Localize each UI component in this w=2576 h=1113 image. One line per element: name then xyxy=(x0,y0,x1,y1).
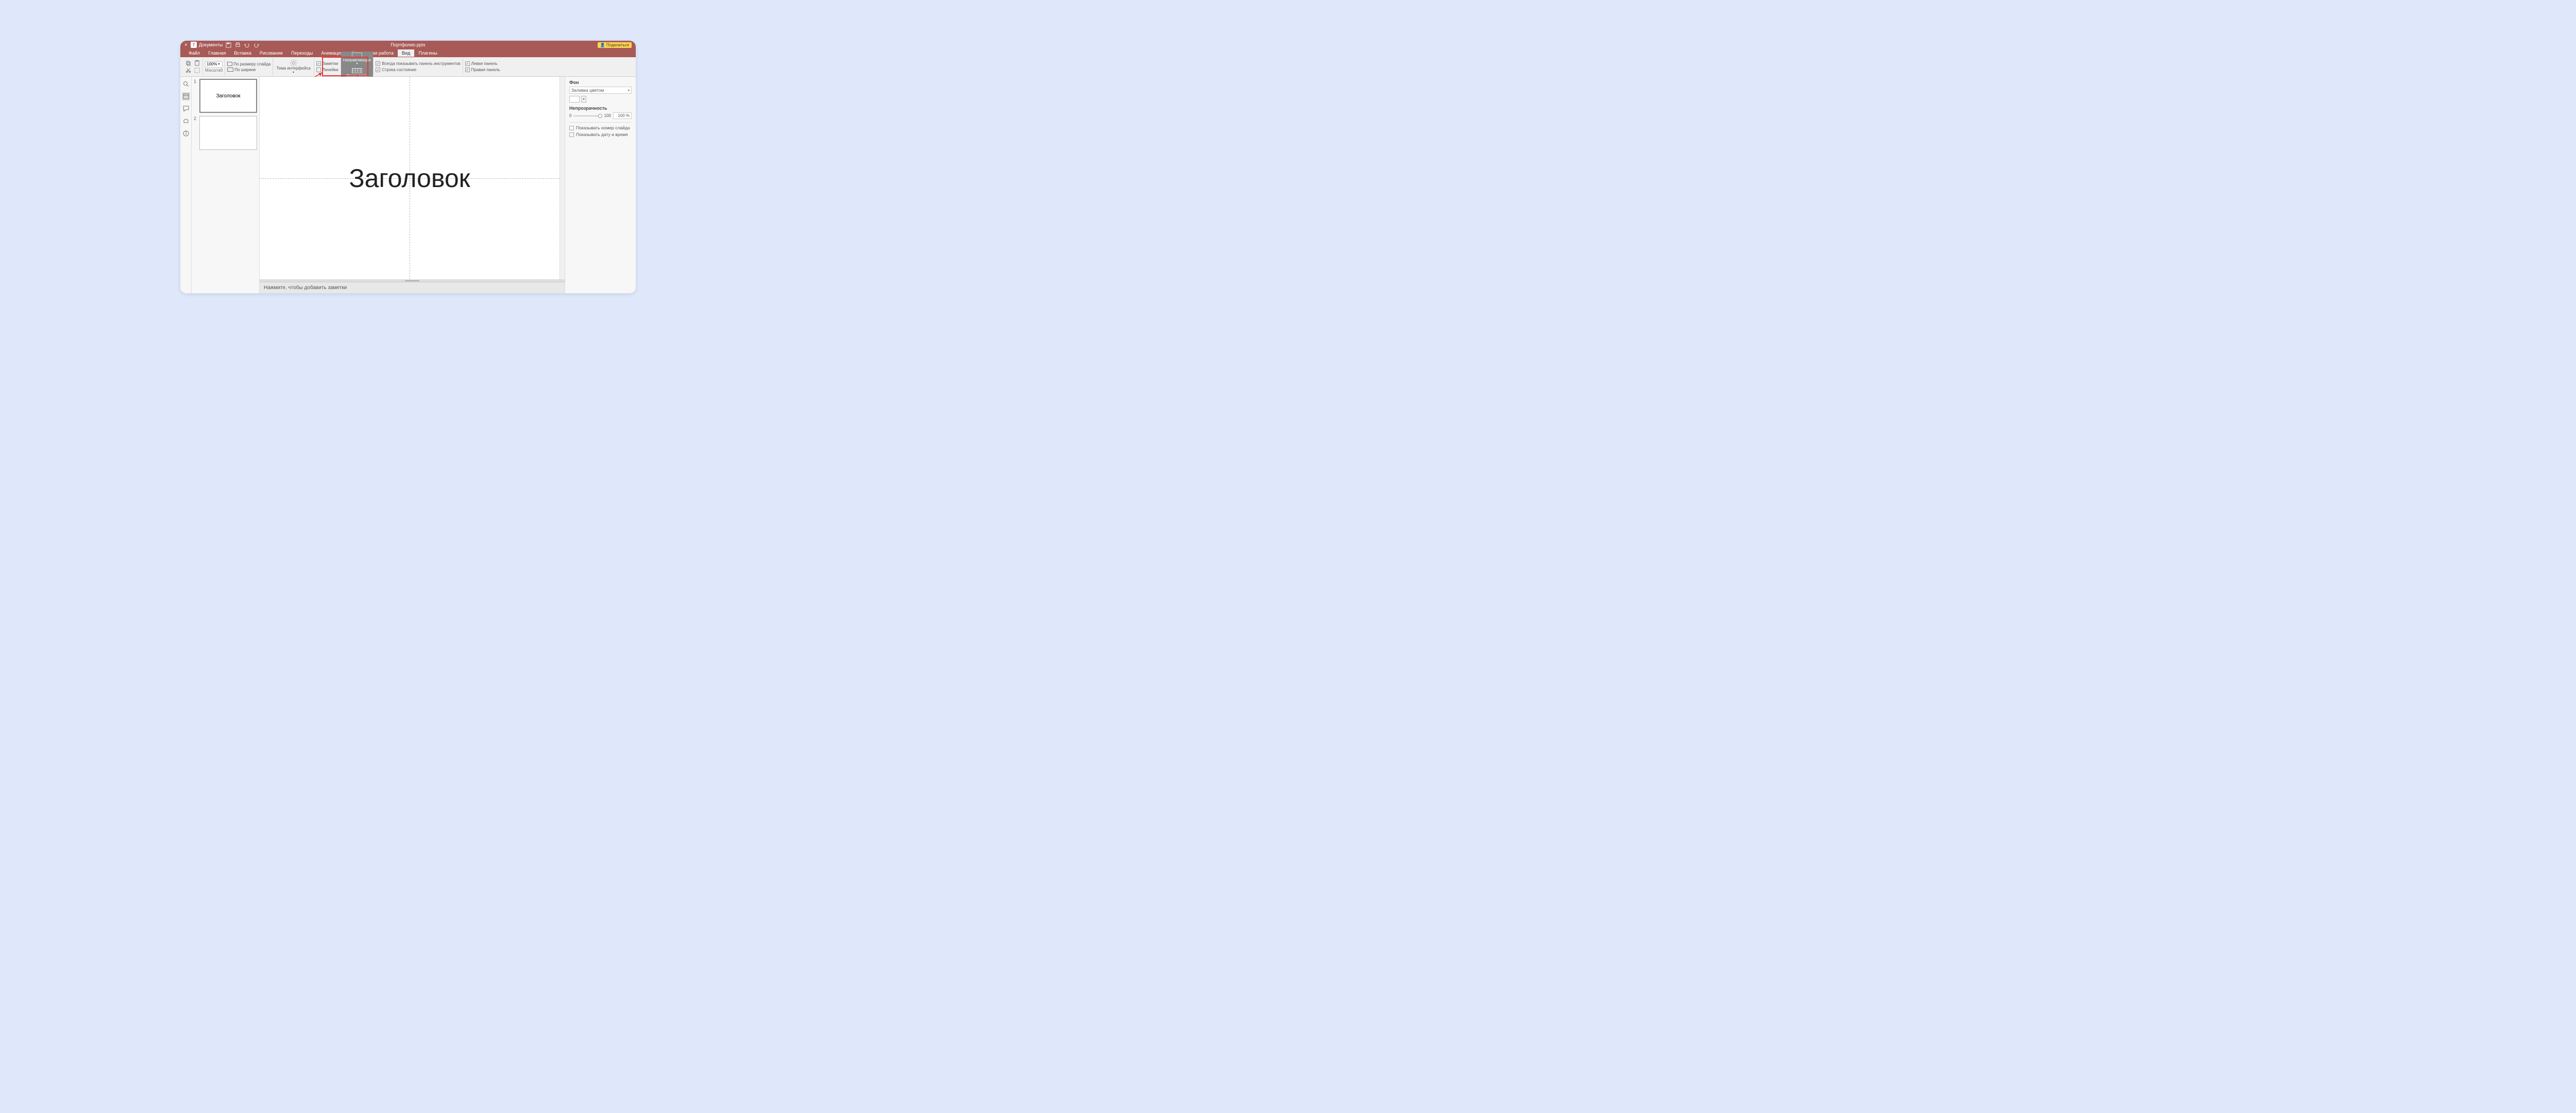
app-body: 1 Заголовок 2 Заголовок Нажмите, чтобы д… xyxy=(180,77,636,293)
always-toolbar-check[interactable]: ✓Всегда показывать панель инструментов xyxy=(376,61,460,66)
ribbon-theme-group: Тема интерфейса▾ xyxy=(273,58,314,75)
fit-slide-button[interactable]: По размеру слайда xyxy=(227,62,270,66)
separator xyxy=(569,122,632,123)
titlebar-left: × 7 Документы xyxy=(184,42,260,48)
opacity-slider[interactable] xyxy=(573,115,602,116)
fill-color-swatch[interactable] xyxy=(569,96,580,103)
slide-thumb-1[interactable]: 1 Заголовок xyxy=(194,79,257,113)
slide-canvas[interactable]: Заголовок xyxy=(260,77,560,279)
slide-thumb-2[interactable]: 2 xyxy=(194,116,257,150)
menu-home[interactable]: Главная xyxy=(204,49,230,57)
slide-thumbnail[interactable] xyxy=(199,116,257,150)
bg-heading: Фон xyxy=(569,80,632,85)
show-slide-num-check[interactable]: Показывать номер слайда xyxy=(569,125,632,130)
ribbon-guides-group: Направляющие ▾ Линии сетки ▾ xyxy=(341,58,373,75)
slide-num-1: 1 xyxy=(194,79,198,113)
left-panel-check[interactable]: ✓Левая панель xyxy=(465,61,500,66)
ribbon-show-group-1: ✓Заметки Линейки xyxy=(314,58,341,75)
fill-color-dropdown[interactable]: ▾ xyxy=(581,96,586,103)
titlebar: × 7 Документы Портфолио.pptx 👤 Поделитьс… xyxy=(180,41,636,49)
theme-label: Тема интерфейса xyxy=(276,66,310,71)
share-label: Поделиться xyxy=(606,43,629,47)
share-icon: 👤 xyxy=(600,43,605,47)
copy-icon[interactable] xyxy=(184,60,192,67)
share-button[interactable]: 👤 Поделиться xyxy=(598,42,632,48)
theme-button[interactable]: Тема интерфейса▾ xyxy=(275,59,311,74)
slide-thumbnail[interactable]: Заголовок xyxy=(199,79,257,113)
sun-icon xyxy=(290,59,298,66)
opacity-max: 100 xyxy=(604,113,611,118)
opacity-value[interactable]: 100 % xyxy=(613,112,632,119)
notes-check[interactable]: ✓Заметки xyxy=(316,61,338,66)
app-name: Документы xyxy=(199,42,223,47)
info-icon[interactable] xyxy=(182,129,190,138)
slide-thumbnails-panel: 1 Заголовок 2 xyxy=(192,77,260,293)
statusbar-check[interactable]: ✓Строка состояния xyxy=(376,68,460,72)
search-icon[interactable] xyxy=(182,80,190,88)
app-logo-icon: 7 xyxy=(191,42,197,48)
undo-icon[interactable] xyxy=(243,42,250,48)
fit-width-button[interactable]: По ширине xyxy=(227,68,270,72)
ribbon-panels-group: ✓Левая панель ✓Правая панель xyxy=(463,58,502,75)
ribbon-clipboard-group xyxy=(182,58,203,75)
ribbon-zoom-group: 100%▾ Масштаб xyxy=(203,58,225,75)
menu-transitions[interactable]: Переходы xyxy=(287,49,317,57)
app-window: × 7 Документы Портфолио.pptx 👤 Поделитьс… xyxy=(180,41,636,293)
guides-icon xyxy=(352,53,362,58)
paste-icon[interactable] xyxy=(193,60,200,67)
redo-icon[interactable] xyxy=(252,42,260,48)
slide-title-text[interactable]: Заголовок xyxy=(349,163,470,193)
save-icon[interactable] xyxy=(225,42,232,48)
comments-icon[interactable] xyxy=(182,105,190,113)
slider-thumb[interactable] xyxy=(598,114,602,118)
menu-file[interactable]: Файл xyxy=(184,49,204,57)
zoom-select[interactable]: 100%▾ xyxy=(205,61,223,68)
opacity-min: 0 xyxy=(569,113,571,118)
notes-placeholder[interactable]: Нажмите, чтобы добавить заметки xyxy=(260,282,565,293)
right-properties-panel: Фон Заливка цветом▾ ▾ Непрозрачность 0 1… xyxy=(565,77,636,293)
ribbon-fit-group: По размеру слайда По ширине xyxy=(225,58,273,75)
left-icon-bar xyxy=(180,77,192,293)
feedback-icon[interactable] xyxy=(182,117,190,125)
document-title: Портфолио.pptx xyxy=(391,42,425,47)
menubar: Файл Главная Вставка Рисование Переходы … xyxy=(180,49,636,57)
grid-icon xyxy=(352,68,362,73)
print-icon[interactable] xyxy=(234,42,241,48)
menu-insert[interactable]: Вставка xyxy=(230,49,255,57)
ribbon-view: 100%▾ Масштаб По размеру слайда По ширин… xyxy=(180,57,636,77)
opacity-slider-row: 0 100 100 % xyxy=(569,112,632,119)
fill-type-select[interactable]: Заливка цветом▾ xyxy=(569,87,632,94)
zoom-label: Масштаб xyxy=(205,68,223,73)
canvas-area: Заголовок Нажмите, чтобы добавить заметк… xyxy=(260,77,565,293)
select-all-icon[interactable] xyxy=(193,67,200,74)
vertical-scrollbar[interactable] xyxy=(560,77,565,279)
rulers-check[interactable]: Линейки xyxy=(316,68,338,72)
cut-icon[interactable] xyxy=(184,67,192,74)
menu-draw[interactable]: Рисование xyxy=(256,49,287,57)
menu-plugins[interactable]: Плагины xyxy=(414,49,441,57)
ribbon-show-group-2: ✓Всегда показывать панель инструментов ✓… xyxy=(374,58,463,75)
menu-view[interactable]: Вид xyxy=(398,49,414,57)
fill-color-row: ▾ xyxy=(569,96,632,103)
guides-button[interactable]: Направляющие ▾ xyxy=(341,52,373,67)
show-datetime-check[interactable]: Показывать дату и время xyxy=(569,132,632,137)
slide-num-2: 2 xyxy=(194,116,198,150)
right-panel-check[interactable]: ✓Правая панель xyxy=(465,68,500,72)
close-dot[interactable]: × xyxy=(184,42,188,48)
canvas-main: Заголовок xyxy=(260,77,565,279)
opacity-heading: Непрозрачность xyxy=(569,106,632,111)
fit-width-icon xyxy=(227,68,233,72)
slides-panel-icon[interactable] xyxy=(182,92,190,100)
fit-slide-icon xyxy=(227,62,232,66)
